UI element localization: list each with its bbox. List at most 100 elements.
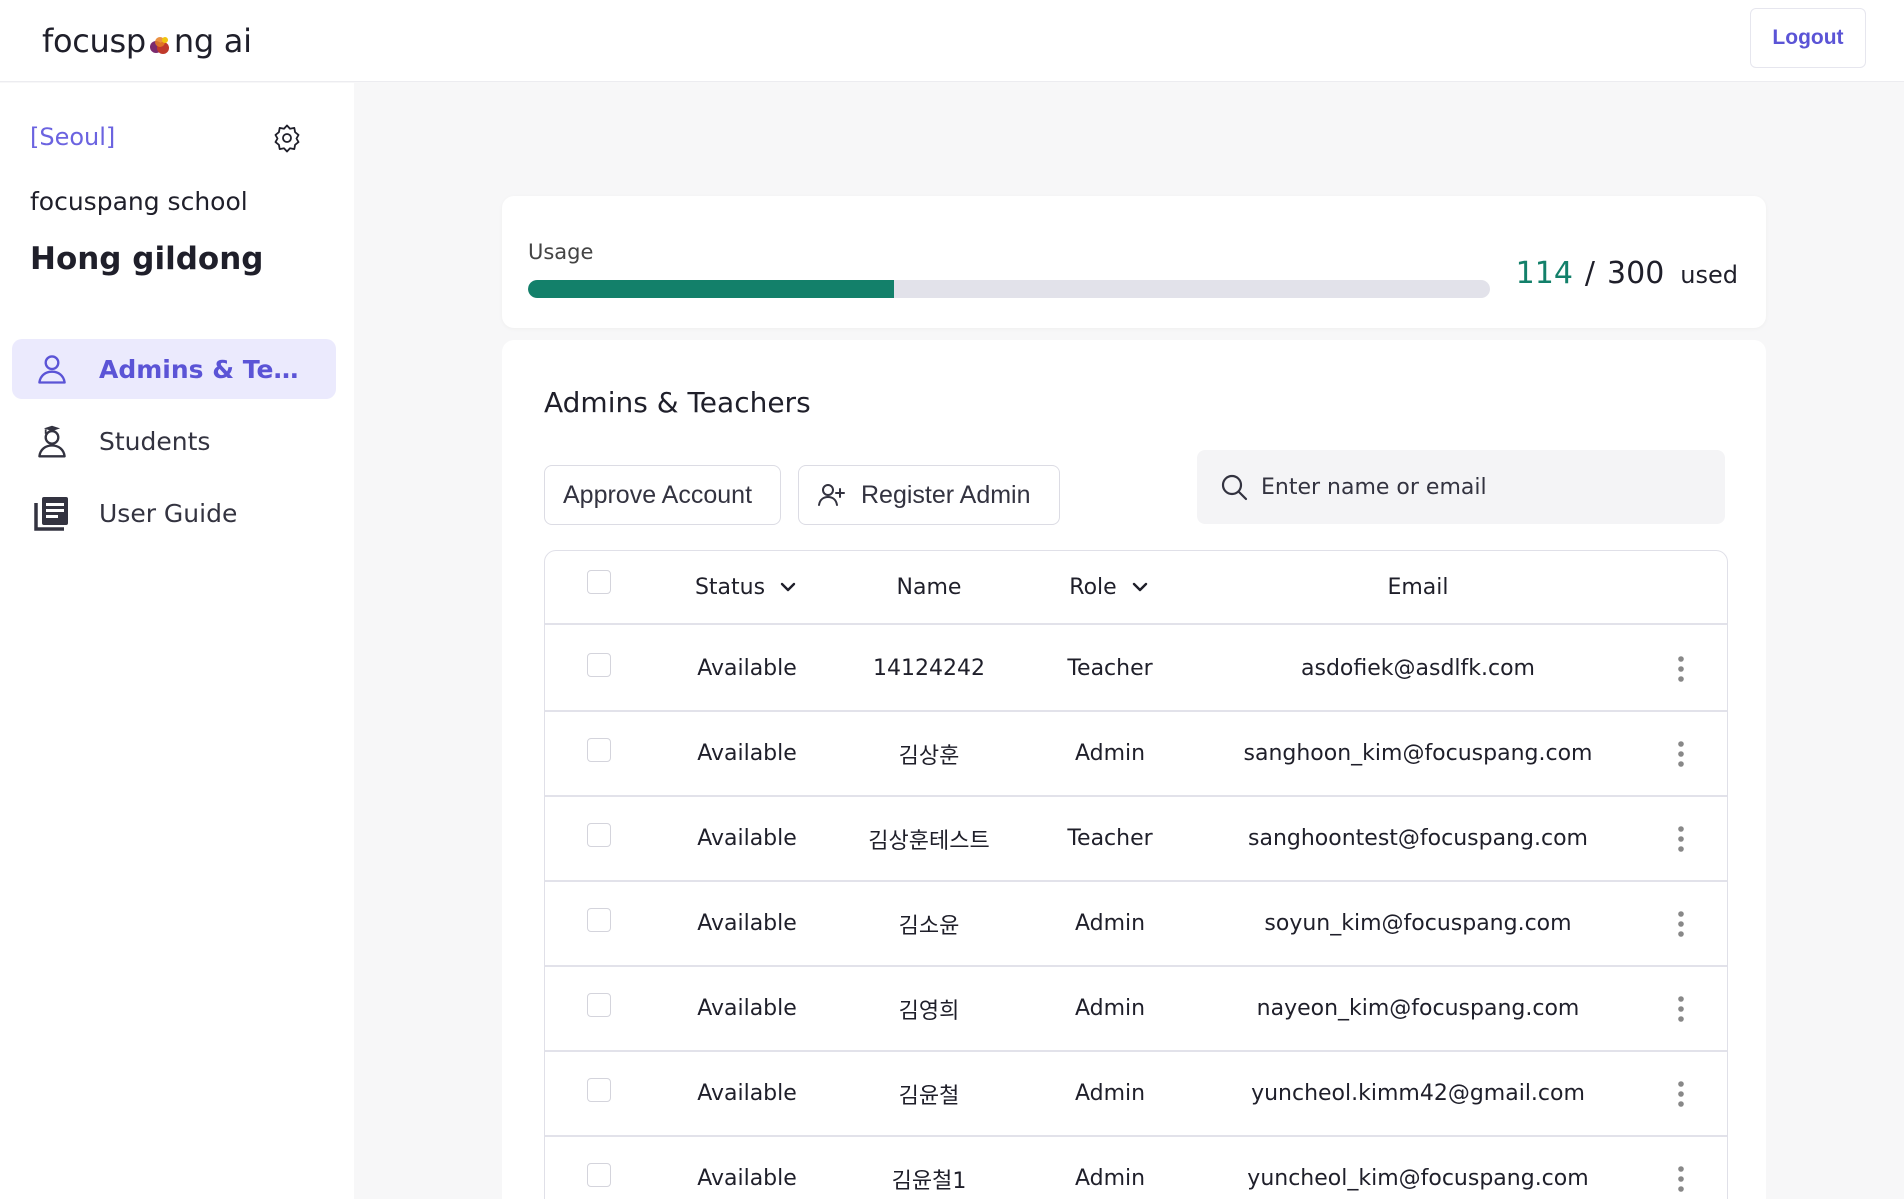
row-status: Available <box>697 1081 797 1106</box>
row-email: sanghoon_kim@focuspang.com <box>1243 741 1593 766</box>
table-header: Status Name Role Email <box>545 551 1727 625</box>
row-name: 김영희 <box>898 998 960 1024</box>
table-row[interactable]: Available 김영희 Admin nayeon_kim@focuspang… <box>545 967 1727 1052</box>
table-row[interactable]: Available 김상훈 Admin sanghoon_kim@focuspa… <box>545 712 1727 797</box>
row-status: Available <box>697 996 797 1021</box>
row-checkbox[interactable] <box>587 737 611 762</box>
row-status: Available <box>697 1166 797 1191</box>
row-role: Admin <box>1074 996 1146 1021</box>
row-email: yuncheol.kimm42@gmail.com <box>1251 1081 1585 1106</box>
row-name: 김소윤 <box>898 913 960 939</box>
role-header-label: Role <box>1069 574 1117 600</box>
table-row[interactable]: Available 김윤철 Admin yuncheol.kimm42@gmai… <box>545 1052 1727 1137</box>
more-vertical-icon[interactable] <box>1676 1079 1686 1109</box>
row-name: 김상훈 <box>898 743 960 769</box>
approve-account-label: Approve Account <box>563 480 753 509</box>
logout-button[interactable]: Logout <box>1750 8 1866 68</box>
row-email: sanghoontest@focuspang.com <box>1248 826 1588 851</box>
table-row[interactable]: Available 김소윤 Admin soyun_kim@focuspang.… <box>545 882 1727 967</box>
region-label[interactable]: [Seoul] <box>30 123 115 151</box>
row-name: 김윤철 <box>898 1083 960 1109</box>
search-icon <box>1221 474 1248 501</box>
role-column-header[interactable]: Role <box>1017 551 1203 623</box>
row-status: Available <box>697 826 797 851</box>
row-more-cell <box>1633 882 1727 965</box>
row-checkbox-cell <box>545 1137 653 1199</box>
more-vertical-icon[interactable] <box>1676 994 1686 1024</box>
sidebar-item-label: Admins & Teachers <box>99 354 314 384</box>
sidebar-item-students[interactable]: Students <box>12 411 336 471</box>
row-checkbox[interactable] <box>587 652 611 677</box>
usage-used-count: 114 <box>1515 256 1573 291</box>
row-role: Admin <box>1074 911 1146 936</box>
page-title: Admins & Teachers <box>544 386 811 419</box>
sidebar-item-label: User Guide <box>99 498 238 528</box>
table-row[interactable]: Available 14124242 Teacher asdofiek@asdl… <box>545 627 1727 712</box>
row-email: soyun_kim@focuspang.com <box>1264 911 1572 936</box>
book-icon <box>32 493 72 533</box>
row-checkbox-cell <box>545 712 653 795</box>
usage-suffix: used <box>1680 261 1738 289</box>
usage-card: Usage 114 / 300 used <box>502 196 1766 328</box>
row-more-cell <box>1633 712 1727 795</box>
more-vertical-icon[interactable] <box>1676 909 1686 939</box>
logo-text-prefix: focusp <box>42 22 146 60</box>
status-column-header[interactable]: Status <box>653 551 841 623</box>
approve-account-button[interactable]: Approve Account <box>544 465 781 525</box>
row-status: Available <box>697 741 797 766</box>
row-role: Teacher <box>1067 826 1153 851</box>
table-row[interactable]: Available 김상훈테스트 Teacher sanghoontest@fo… <box>545 797 1727 882</box>
more-vertical-icon[interactable] <box>1676 739 1686 769</box>
usage-progress-bar <box>528 280 1490 298</box>
row-status: Available <box>697 911 797 936</box>
more-vertical-icon[interactable] <box>1676 1164 1686 1194</box>
usage-separator: / <box>1584 256 1596 291</box>
school-name: focuspang school <box>30 187 248 216</box>
person-icon <box>32 349 72 389</box>
header-checkbox-cell <box>545 551 653 623</box>
add-user-icon <box>817 480 847 510</box>
admins-teachers-panel: Admins & Teachers Approve Account Regist… <box>502 340 1766 1199</box>
row-checkbox[interactable] <box>587 992 611 1017</box>
row-more-cell <box>1633 627 1727 710</box>
row-role: Teacher <box>1067 656 1153 681</box>
row-checkbox-cell <box>545 627 653 710</box>
top-bar: focusp ng ai Logout <box>0 0 1904 82</box>
row-more-cell <box>1633 967 1727 1050</box>
user-name: Hong gildong <box>30 241 264 277</box>
table-row[interactable]: Available 김윤철1 Admin yuncheol_kim@focusp… <box>545 1137 1727 1199</box>
usage-progress-fill <box>528 280 894 298</box>
users-table: Status Name Role Email Available 1412424… <box>544 550 1728 1199</box>
row-name: 김윤철1 <box>891 1168 967 1194</box>
row-more-cell <box>1633 1052 1727 1135</box>
row-name: 14124242 <box>873 656 985 681</box>
logo-mark-icon <box>147 28 173 54</box>
row-checkbox[interactable] <box>587 1162 611 1187</box>
row-email: asdofiek@asdlfk.com <box>1301 656 1535 681</box>
chevron-down-icon <box>1132 582 1147 592</box>
usage-count: 114 / 300 used <box>1516 256 1738 291</box>
email-column-header: Email <box>1387 574 1449 600</box>
select-all-checkbox[interactable] <box>587 570 611 594</box>
row-checkbox-cell <box>545 797 653 880</box>
register-admin-label: Register Admin <box>861 480 1031 509</box>
settings-gear-icon[interactable] <box>272 123 302 153</box>
row-checkbox[interactable] <box>587 822 611 847</box>
row-checkbox[interactable] <box>587 907 611 932</box>
search-input[interactable] <box>1261 474 1701 500</box>
more-vertical-icon[interactable] <box>1676 824 1686 854</box>
row-email: yuncheol_kim@focuspang.com <box>1247 1166 1589 1191</box>
register-admin-button[interactable]: Register Admin <box>798 465 1060 525</box>
row-role: Admin <box>1074 1081 1146 1106</box>
row-role: Admin <box>1074 741 1146 766</box>
usage-total-count: 300 <box>1607 256 1665 291</box>
row-checkbox-cell <box>545 1052 653 1135</box>
row-more-cell <box>1633 1137 1727 1199</box>
row-more-cell <box>1633 797 1727 880</box>
more-vertical-icon[interactable] <box>1676 654 1686 684</box>
sidebar-item-admins-teachers[interactable]: Admins & Teachers <box>12 339 336 399</box>
logo[interactable]: focusp ng ai <box>42 20 252 62</box>
sidebar-item-user-guide[interactable]: User Guide <box>12 483 336 543</box>
row-checkbox[interactable] <box>587 1077 611 1102</box>
search-box[interactable] <box>1197 450 1725 524</box>
